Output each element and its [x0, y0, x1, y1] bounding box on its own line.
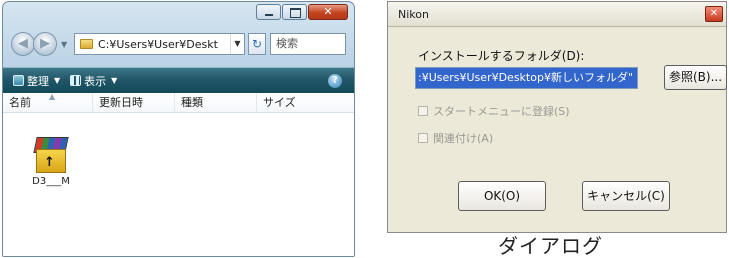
forward-button[interactable]: ▶	[33, 32, 57, 56]
view-icon	[70, 75, 82, 86]
column-headers: 名前 ▲ 更新日時 種類 サイズ	[3, 92, 354, 113]
command-bar: 整理 ▼ 表示 ▼ ?	[3, 67, 354, 93]
refresh-button[interactable]: ↻	[248, 33, 266, 55]
address-row: ◀ ▶ ▼ C:¥Users¥User¥Deskt ▼ ↻ 検索	[11, 32, 346, 58]
refresh-icon: ↻	[251, 37, 263, 51]
sort-ascending-icon: ▲	[49, 92, 56, 101]
explorer-window: ◀ ▶ ▼ C:¥Users¥User¥Deskt ▼ ↻ 検索 整理 ▼ 表示…	[2, 1, 355, 257]
chevron-down-icon: ▼	[54, 76, 61, 85]
recent-pages-dropdown[interactable]: ▼	[61, 40, 67, 49]
file-name: D3___M	[32, 176, 70, 187]
back-arrow-icon: ◀	[18, 36, 28, 51]
file-list: 名前 ▲ 更新日時 種類 サイズ ↑ D3___M	[3, 92, 354, 256]
cancel-button[interactable]: キャンセル(C)	[582, 181, 670, 211]
associate-checkbox[interactable]: 関連付け(A)	[418, 130, 493, 146]
associate-label: 関連付け(A)	[433, 132, 494, 145]
folder-icon	[80, 39, 93, 49]
winrar-archive-icon: ↑	[31, 135, 71, 175]
help-icon[interactable]: ?	[328, 74, 342, 88]
install-folder-label: インストールするフォルダ(D):	[418, 49, 585, 63]
dialog-close-button[interactable]: ✕	[705, 6, 723, 22]
column-header-name[interactable]: 名前 ▲	[3, 92, 93, 112]
browse-button[interactable]: 参照(B)...	[664, 65, 727, 90]
address-path: C:¥Users¥User¥Deskt	[98, 37, 218, 51]
checkbox-box	[418, 106, 428, 116]
ok-button[interactable]: OK(O)	[458, 181, 546, 211]
start-menu-label: スタートメニューに登録(S)	[433, 105, 570, 118]
minimize-button[interactable]	[256, 4, 281, 20]
checkbox-box	[418, 133, 428, 143]
address-dropdown[interactable]: ▼	[230, 34, 244, 54]
forward-arrow-icon: ▶	[40, 36, 50, 51]
install-folder-input[interactable]: :¥Users¥User¥Desktop¥新しいフォルダ"	[415, 67, 638, 89]
figure-caption: ダイアログ	[498, 234, 603, 258]
column-header-date[interactable]: 更新日時	[93, 93, 175, 112]
back-button[interactable]: ◀	[11, 32, 35, 56]
chevron-down-icon: ▼	[111, 76, 118, 85]
view-label: 表示	[84, 74, 107, 88]
window-caption-buttons	[256, 4, 348, 20]
nikon-dialog: Nikon ✕ インストールするフォルダ(D): :¥Users¥User¥De…	[387, 1, 727, 233]
maximize-button[interactable]	[282, 4, 307, 20]
column-header-size[interactable]: サイズ	[257, 93, 354, 112]
search-input[interactable]: 検索	[270, 33, 346, 55]
close-icon: ✕	[709, 8, 719, 19]
organize-label: 整理	[27, 74, 49, 88]
start-menu-checkbox[interactable]: スタートメニューに登録(S)	[418, 103, 570, 119]
address-bar[interactable]: C:¥Users¥User¥Deskt ▼	[74, 33, 245, 55]
column-header-type[interactable]: 種類	[175, 93, 257, 112]
organize-icon	[13, 75, 24, 86]
list-item[interactable]: ↑ D3___M	[21, 135, 81, 187]
close-button[interactable]	[308, 4, 348, 20]
dialog-title: Nikon	[388, 2, 726, 27]
view-button[interactable]: 表示 ▼	[70, 73, 117, 89]
